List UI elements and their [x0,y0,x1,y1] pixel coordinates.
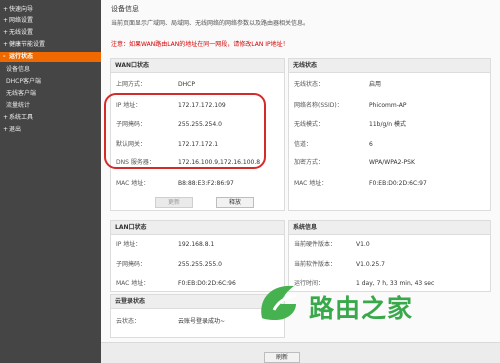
nav-dhcp-clients[interactable]: DHCP客户端 [0,77,101,87]
page-intro: 当前页面显示广域网、局域网、无线网络的网络参数以及路由器相关信息。 [111,20,310,27]
nav-label: 网络设置 [9,17,34,24]
warning-text: 注意：如果WAN路由LAN的地址在同一网段，请修改LAN IP地址！ [111,41,289,48]
sidebar: +快速向导 +网络设置 +无线设置 +健康节能设置 - 运行状态 设备信息 DHC… [0,0,101,363]
nav-label: 无线设置 [9,29,34,36]
watermark-logo: 路由之家 [256,278,456,328]
nav-label: 无线客户端 [6,90,37,97]
system-panel-header: 系统信息 [289,221,490,235]
footer-bar: 刷新 [101,342,500,363]
nav-running-status[interactable]: - 运行状态 [0,52,101,62]
lan-panel-header: LAN口状态 [111,221,284,235]
nav-traffic-stats[interactable]: 流量统计 [0,101,101,111]
nav-quick-wizard[interactable]: +快速向导 [0,5,101,15]
renew-button[interactable]: 更新 [155,197,193,208]
nav-system-tools[interactable]: +系统工具 [0,113,101,123]
nav-label: 退出 [9,126,22,133]
wireless-status-panel: 无线状态 无线状态： 启用 网络名称(SSID)： Phicomm-AP 无线模… [288,58,491,211]
nav-device-info[interactable]: 设备信息 [0,65,101,75]
wireless-panel-header: 无线状态 [289,59,490,73]
highlight-circle [104,93,266,169]
nav-network-settings[interactable]: +网络设置 [0,16,101,26]
page-title: 设备信息 [111,5,139,13]
wan-panel-header: WAN口状态 [111,59,284,73]
refresh-button[interactable]: 刷新 [264,352,300,363]
nav-label: DHCP客户端 [6,78,41,85]
nav-label: 流量统计 [6,102,31,109]
nav-label: 快速向导 [9,6,34,13]
watermark-text: 路由之家 [309,294,414,323]
nav-label: 运行状态 [9,53,34,60]
release-button[interactable]: 释放 [216,197,254,208]
nav-wireless-settings[interactable]: +无线设置 [0,28,101,38]
nav-logout[interactable]: +退出 [0,125,101,135]
nav-wireless-clients[interactable]: 无线客户端 [0,89,101,99]
nav-power-saving[interactable]: +健康节能设置 [0,40,101,50]
nav-label: 健康节能设置 [9,41,46,48]
nav-label: 系统工具 [9,114,34,121]
nav-label: 设备信息 [6,66,31,73]
